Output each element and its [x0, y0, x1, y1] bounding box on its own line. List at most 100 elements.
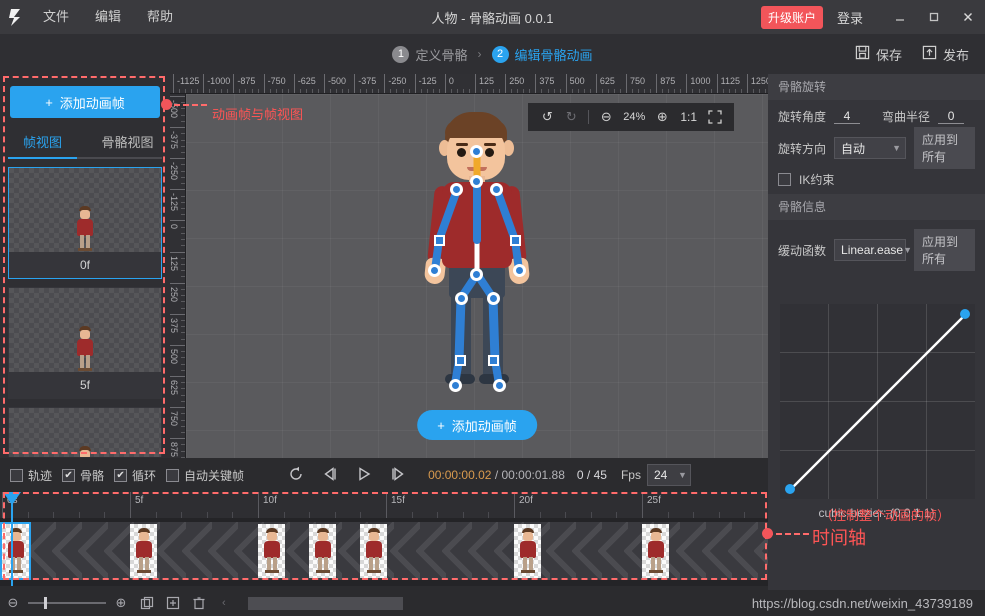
keyframe-thumbnail[interactable] — [309, 524, 337, 578]
list-item[interactable]: 0f — [8, 167, 162, 279]
horizontal-scrollbar[interactable] — [247, 596, 403, 610]
joint-elbow-left[interactable] — [434, 235, 445, 246]
character-rig[interactable] — [409, 112, 545, 412]
zoom-out-icon[interactable]: ⊖ — [595, 106, 617, 128]
keyframe-thumbnail[interactable] — [258, 524, 285, 578]
list-item[interactable]: 5f — [8, 287, 162, 399]
timeline[interactable]: 0s 5f 10f 15f 20f 25f — [0, 492, 768, 586]
login-button[interactable]: 登录 — [837, 8, 863, 27]
joint-knee-left[interactable] — [455, 355, 466, 366]
rotation-direction-select[interactable]: 自动 ▼ — [834, 137, 907, 159]
save-icon — [855, 45, 870, 63]
bezier-handle-start[interactable] — [785, 484, 795, 494]
timeline-mark: 20f — [514, 492, 533, 518]
joint-wrist-left[interactable] — [428, 264, 441, 277]
keyframe-thumbnail[interactable] — [642, 524, 669, 578]
timeline-zoom-out-icon[interactable]: ⊖ — [0, 590, 26, 616]
bend-radius-input[interactable]: 0 — [938, 109, 965, 124]
bone-info-header: 骨骼信息 — [768, 194, 985, 220]
bezier-handle-end[interactable] — [960, 309, 970, 319]
keyframe-thumbnail[interactable] — [130, 524, 157, 578]
menu-file[interactable]: 文件 — [30, 0, 82, 34]
play-icon[interactable] — [356, 466, 372, 485]
list-item[interactable]: 10f — [8, 407, 162, 457]
joint-head[interactable] — [470, 145, 483, 158]
frame-thumbnail-list[interactable]: 0f 5f 10f — [0, 167, 170, 457]
joint-hip-left[interactable] — [455, 292, 468, 305]
stage-canvas[interactable]: ↺ ↻ ⊖ 24% ⊕ 1:1 + 添加动画帧 — [186, 94, 768, 458]
trash-icon[interactable] — [186, 590, 212, 616]
tab-skeleton-view[interactable]: 骨骼视图 — [85, 132, 170, 159]
redo-icon[interactable]: ↻ — [560, 106, 582, 128]
ruler-minor-tick — [181, 270, 185, 272]
save-button[interactable]: 保存 — [855, 45, 902, 64]
fps-select[interactable]: 24 ▼ — [646, 464, 691, 486]
next-frame-icon[interactable] — [390, 466, 406, 485]
menu-help[interactable]: 帮助 — [134, 0, 186, 34]
slider-knob[interactable] — [44, 597, 47, 609]
scroll-left-icon[interactable]: ‹ — [222, 597, 226, 609]
ik-constraint-checkbox[interactable] — [778, 172, 791, 186]
loop-checkbox[interactable]: ✔ — [114, 468, 128, 482]
ruler-minor-tick — [493, 89, 495, 93]
timeline-minor-tick — [155, 512, 157, 518]
timeline-playhead[interactable] — [3, 492, 21, 586]
replay-icon[interactable] — [288, 466, 304, 485]
checkbox-loop[interactable]: ✔ 循环 — [114, 467, 156, 484]
ruler-minor-tick — [511, 89, 513, 93]
joint-ankle-left[interactable] — [449, 379, 462, 392]
checkbox-auto-keyframe[interactable]: 自动关键帧 — [166, 467, 244, 484]
joint-ankle-right[interactable] — [493, 379, 506, 392]
zoom-in-icon[interactable]: ⊕ — [651, 106, 673, 128]
keyframe-thumbnail[interactable] — [0, 522, 31, 580]
close-button[interactable] — [951, 0, 985, 34]
undo-icon[interactable]: ↺ — [536, 106, 558, 128]
ruler-tick-label: -875 — [237, 76, 256, 86]
joint-elbow-right[interactable] — [510, 235, 521, 246]
joint-hip-root[interactable] — [470, 268, 483, 281]
joint-shoulder-right[interactable] — [490, 183, 503, 196]
copy-icon[interactable] — [134, 590, 160, 616]
zoom-reset-button[interactable]: 1:1 — [675, 110, 702, 124]
keyframe-thumbnail[interactable] — [514, 524, 541, 578]
timeline-track[interactable] — [0, 522, 768, 580]
ruler-minor-tick — [181, 108, 185, 110]
apply-all-easing-button[interactable]: 应用到所有 — [914, 229, 975, 271]
ruler-minor-tick — [181, 152, 185, 153]
trajectory-checkbox[interactable] — [10, 468, 23, 482]
bezier-curve-editor[interactable] — [780, 304, 975, 499]
auto-keyframe-checkbox[interactable] — [166, 468, 180, 482]
add-icon[interactable] — [160, 590, 186, 616]
apply-all-rotation-button[interactable]: 应用到所有 — [914, 127, 975, 169]
timeline-zoom-in-icon[interactable]: ⊕ — [108, 590, 134, 616]
joint-shoulder-left[interactable] — [450, 183, 463, 196]
publish-button[interactable]: 发布 — [922, 45, 969, 64]
skeleton-checkbox[interactable]: ✔ — [62, 468, 76, 482]
menu-edit[interactable]: 编辑 — [82, 0, 134, 34]
tab-frame-view[interactable]: 帧视图 — [0, 132, 85, 159]
ruler-tick: 625 — [595, 74, 615, 93]
joint-neck[interactable] — [470, 175, 483, 188]
keyframe-thumbnail[interactable] — [360, 524, 388, 578]
upgrade-account-button[interactable]: 升级账户 — [760, 5, 823, 29]
maximize-button[interactable] — [917, 0, 951, 34]
timeline-ruler[interactable]: 0s 5f 10f 15f 20f 25f — [0, 492, 768, 518]
joint-wrist-right[interactable] — [513, 264, 526, 277]
rotation-angle-input[interactable]: 4 — [834, 109, 861, 124]
step-define-skeleton[interactable]: 1 定义骨骼 — [392, 45, 468, 64]
step-edit-animation[interactable]: 2 编辑骨骼动画 — [491, 45, 593, 64]
checkbox-skeleton[interactable]: ✔ 骨骼 — [62, 467, 104, 484]
checkbox-trajectory[interactable]: 轨迹 — [10, 467, 52, 484]
easing-function-select[interactable]: Linear.ease ▼ — [834, 239, 912, 261]
step-2-number: 2 — [491, 45, 509, 63]
joint-hip-right[interactable] — [487, 292, 500, 305]
minimize-button[interactable] — [883, 0, 917, 34]
ruler-minor-tick — [181, 419, 185, 421]
fit-screen-icon[interactable] — [704, 106, 726, 128]
timeline-zoom-slider[interactable] — [28, 590, 106, 616]
add-animation-frame-button[interactable]: + 添加动画帧 — [10, 86, 160, 118]
ruler-minor-tick — [239, 89, 241, 93]
joint-knee-right[interactable] — [488, 355, 499, 366]
canvas-add-animation-frame-button[interactable]: + 添加动画帧 — [417, 410, 537, 440]
prev-frame-icon[interactable] — [322, 466, 338, 485]
